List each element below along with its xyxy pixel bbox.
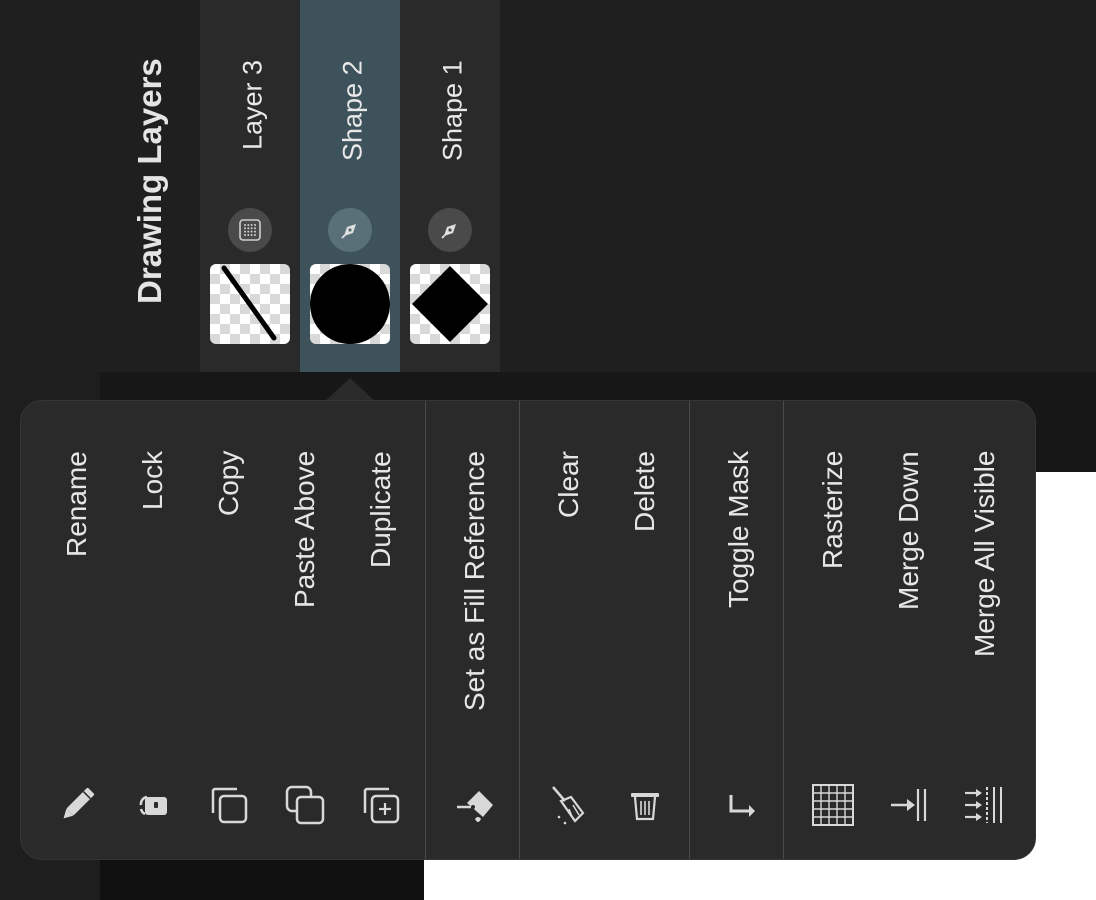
mask-arrow-icon (715, 781, 763, 829)
paste-above-icon (281, 781, 329, 829)
layer-row-shape-2[interactable]: Shape 2 (300, 0, 400, 372)
menu-item-label: Lock (137, 451, 168, 511)
menu-item-label: Paste Above (289, 451, 320, 609)
menu-item-copy[interactable]: Copy (191, 401, 267, 859)
broom-icon (545, 781, 593, 829)
copy-icon (205, 781, 253, 829)
pen-tool-icon (328, 208, 372, 252)
menu-item-rasterize[interactable]: Rasterize (795, 401, 871, 859)
layer-row-shape-1[interactable]: Shape 1 (400, 0, 500, 372)
menu-divider (783, 401, 784, 859)
menu-item-toggle-mask[interactable]: Toggle Mask (701, 401, 777, 859)
layer-name[interactable]: Shape 2 (338, 60, 368, 198)
menu-item-duplicate[interactable]: Duplicate (343, 401, 419, 859)
pen-tool-icon (428, 208, 472, 252)
layer-thumbnail[interactable] (410, 264, 490, 344)
layer-name[interactable]: Layer 3 (238, 60, 268, 198)
layer-thumbnail[interactable] (210, 264, 290, 344)
layer-context-menu: Rename Lock Copy Paste Above Duplicate S… (20, 400, 1036, 860)
menu-divider (689, 401, 690, 859)
pencil-icon (53, 781, 101, 829)
menu-item-delete[interactable]: Delete (607, 401, 683, 859)
menu-item-set-fill-reference[interactable]: Set as Fill Reference (437, 401, 513, 859)
fill-bucket-icon (451, 781, 499, 829)
duplicate-icon (357, 781, 405, 829)
menu-item-label: Rasterize (817, 451, 848, 570)
layer-name[interactable]: Shape 1 (438, 60, 468, 198)
menu-item-label: Copy (213, 451, 244, 517)
merge-all-icon (961, 781, 1009, 829)
layer-row-layer-3[interactable]: Layer 3 (200, 0, 300, 372)
menu-divider (425, 401, 426, 859)
menu-pointer (325, 378, 375, 401)
layer-thumbnail[interactable] (310, 264, 390, 344)
menu-item-label: Duplicate (365, 451, 396, 568)
menu-item-label: Toggle Mask (723, 451, 754, 609)
menu-item-clear[interactable]: Clear (531, 401, 607, 859)
grid-icon (809, 781, 857, 829)
menu-item-label: Merge Down (893, 451, 924, 610)
panel-title: Drawing Layers (131, 58, 168, 304)
menu-item-label: Merge All Visible (969, 451, 1000, 658)
merge-down-icon (885, 781, 933, 829)
menu-item-label: Delete (629, 451, 660, 532)
raster-layer-icon (228, 208, 272, 252)
menu-item-merge-down[interactable]: Merge Down (871, 401, 947, 859)
menu-item-paste-above[interactable]: Paste Above (267, 401, 343, 859)
menu-item-label: Rename (61, 451, 92, 557)
menu-item-label: Set as Fill Reference (459, 451, 490, 711)
menu-item-rename[interactable]: Rename (39, 401, 115, 859)
menu-item-lock[interactable]: Lock (115, 401, 191, 859)
menu-item-label: Clear (553, 451, 584, 518)
trash-icon (621, 781, 669, 829)
menu-divider (519, 401, 520, 859)
menu-item-merge-all-visible[interactable]: Merge All Visible (947, 401, 1023, 859)
lock-icon (129, 781, 177, 829)
